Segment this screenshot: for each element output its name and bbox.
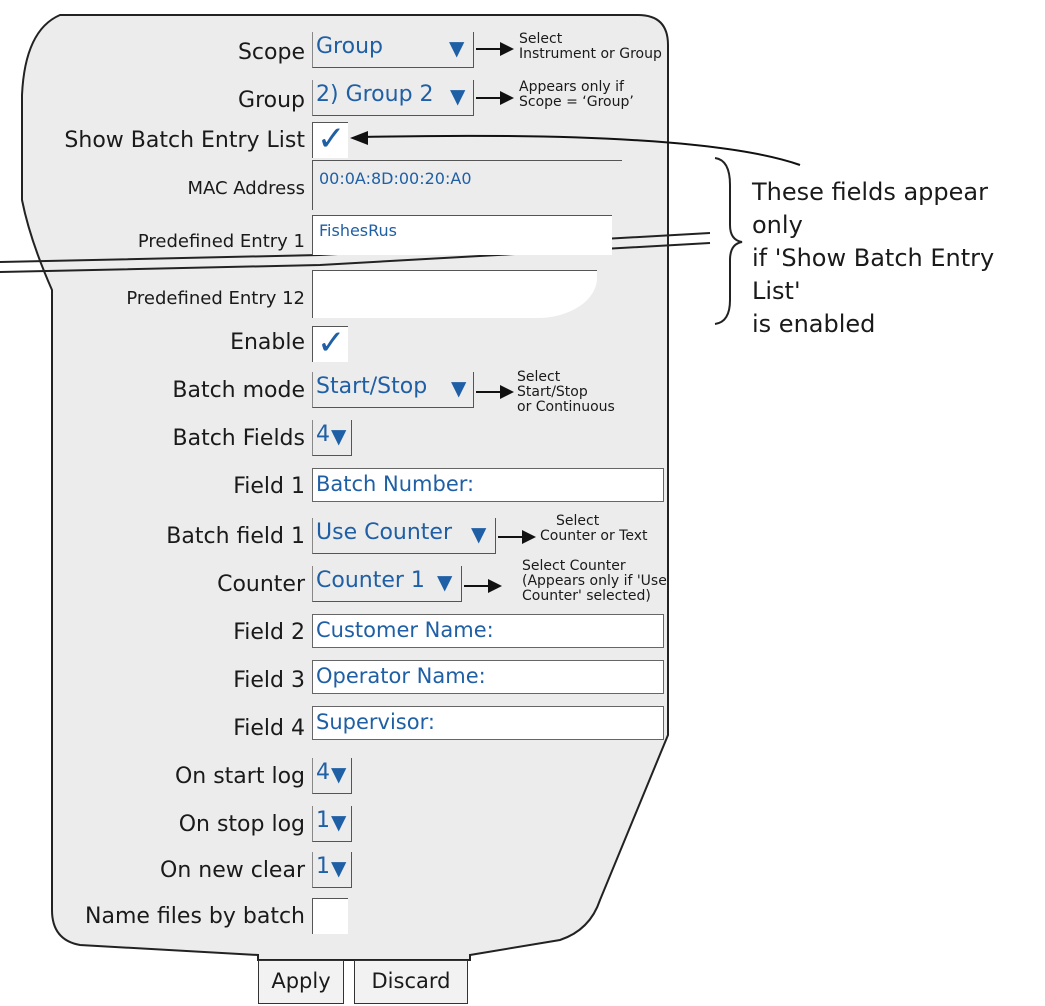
group-label: Group [238,88,305,113]
batch-field-1-note: Select Counter or Text [540,513,648,544]
batch-mode-label: Batch mode [172,378,305,403]
batch-mode-value: Start/Stop [316,374,428,399]
on-new-clear-label: On new clear [160,858,305,883]
on-new-clear-value: 1 [316,854,330,879]
group-note: Appears only if Scope = ‘Group’ [519,79,634,110]
field-4-value: Supervisor: [316,710,435,734]
show-batch-entry-list-label: Show Batch Entry List [64,128,305,153]
arrow-icon [464,579,502,593]
field-2-value: Customer Name: [316,618,494,642]
batch-mode-note: Select Start/Stop or Continuous [517,369,615,415]
on-stop-log-dropdown[interactable]: 1 ▼ [312,806,352,842]
field-3-label: Field 3 [233,668,305,693]
checkmark-icon: ✓ [317,119,346,159]
on-stop-log-label: On stop log [178,812,305,837]
predefined-entry-1-value: FishesRus [319,221,398,240]
checkmark-icon: ✓ [317,323,346,363]
mac-address-value: 00:0A:8D:00:20:A0 [319,169,472,188]
arrow-icon [498,530,536,544]
batch-field-1-label: Batch field 1 [166,524,305,549]
counter-note: Select Counter (Appears only if 'Use Count… [522,558,667,604]
enable-checkbox[interactable]: ✓ [312,323,348,363]
counter-value: Counter 1 [316,568,425,593]
triangle-down-icon: ▼ [451,376,467,400]
name-files-by-batch-label: Name files by batch [85,904,305,929]
on-start-log-value: 4 [316,760,330,785]
field-2-input[interactable]: Customer Name: [312,614,664,648]
scope-note: Select Instrument or Group [519,31,662,62]
triangle-down-icon: ▼ [450,84,466,108]
batch-field-1-value: Use Counter [316,520,453,545]
group-value: 2) Group 2 [316,82,434,107]
counter-label: Counter [217,572,305,597]
scope-label: Scope [237,40,305,65]
scope-dropdown[interactable]: Group ▼ [312,32,474,68]
show-batch-entry-list-checkbox[interactable]: ✓ [312,119,348,159]
field-3-value: Operator Name: [316,664,486,688]
field-1-value: Batch Number: [316,472,475,496]
field-4-label: Field 4 [233,716,305,741]
predefined-entry-12-label: Predefined Entry 12 [126,288,305,309]
arrow-icon [476,42,514,56]
enable-label: Enable [230,330,305,355]
triangle-down-icon: ▼ [331,810,347,834]
mac-address-field: 00:0A:8D:00:20:A0 [312,160,622,210]
group-dropdown[interactable]: 2) Group 2 ▼ [312,80,474,116]
batch-fields-dropdown[interactable]: 4 ▼ [312,420,352,456]
batch-fields-label: Batch Fields [172,426,305,451]
batch-mode-dropdown[interactable]: Start/Stop ▼ [312,372,474,408]
batch-field-1-dropdown[interactable]: Use Counter ▼ [312,518,496,554]
brace [714,157,743,325]
predefined-entry-1-input[interactable]: FishesRus [312,215,612,255]
discard-button[interactable]: Discard [354,960,468,1004]
predefined-entry-12-input[interactable] [312,270,597,318]
arrow-icon [476,91,514,105]
triangle-down-icon: ▼ [471,522,487,546]
batch-entry-side-note: These fields appear only if 'Show Batch E… [752,178,995,338]
field-2-label: Field 2 [233,620,305,645]
scope-value: Group [316,34,383,59]
predefined-entry-1-label: Predefined Entry 1 [137,231,305,252]
apply-button[interactable]: Apply [258,960,344,1004]
field-1-input[interactable]: Batch Number: [312,468,664,502]
on-stop-log-value: 1 [316,808,330,833]
mac-address-label: MAC Address [187,178,305,199]
on-new-clear-dropdown[interactable]: 1 ▼ [312,852,352,888]
field-1-label: Field 1 [233,474,305,499]
on-start-log-dropdown[interactable]: 4 ▼ [312,758,352,794]
field-4-input[interactable]: Supervisor: [312,706,664,740]
triangle-down-icon: ▼ [437,570,453,594]
triangle-down-icon: ▼ [331,762,347,786]
triangle-down-icon: ▼ [331,856,347,880]
counter-dropdown[interactable]: Counter 1 ▼ [312,566,462,602]
on-start-log-label: On start log [174,764,305,789]
triangle-down-icon: ▼ [331,424,347,448]
field-3-input[interactable]: Operator Name: [312,660,664,694]
arrow-icon [476,385,514,399]
triangle-down-icon: ▼ [449,36,465,60]
batch-fields-value: 4 [316,422,330,447]
name-files-by-batch-checkbox[interactable] [312,898,348,934]
